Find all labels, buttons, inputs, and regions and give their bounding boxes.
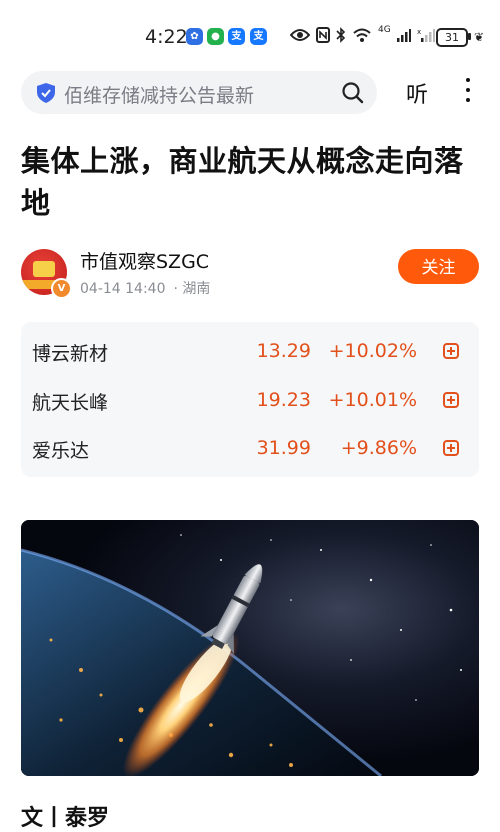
search-bar[interactable]: 佰维存储减持公告最新: [21, 71, 377, 114]
app-notification-icon: ✿: [186, 28, 203, 45]
wechat-icon: ●: [207, 28, 224, 45]
post-meta: 04-14 14:40 · 湖南: [80, 278, 210, 298]
stock-name[interactable]: 航天长峰: [32, 388, 108, 415]
post-location: · 湖南: [173, 281, 211, 297]
system-icons: 4G x: [290, 25, 435, 43]
listen-button[interactable]: 听: [406, 77, 428, 109]
signal-weak-icon: x: [417, 28, 435, 42]
network-type: 4G: [378, 25, 391, 35]
status-bar: 4:22 ✿ ● 支 支 4G x 31 ❦: [0, 0, 500, 70]
stock-price: 19.23: [256, 389, 311, 411]
search-placeholder[interactable]: 佰维存储减持公告最新: [64, 81, 254, 108]
alipay-icon: 支: [228, 28, 245, 45]
verified-badge: V: [51, 278, 72, 299]
status-time: 4:22: [145, 26, 188, 48]
stock-row[interactable]: 航天长峰 19.23 +10.01%: [21, 375, 479, 423]
add-watchlist-icon[interactable]: [443, 440, 459, 456]
stock-change: +10.02%: [328, 340, 417, 362]
signal-icon: [396, 29, 411, 42]
author-name[interactable]: 市值观察SZGC: [80, 247, 209, 274]
svg-text:x: x: [417, 28, 421, 36]
search-icon[interactable]: [341, 81, 365, 105]
add-watchlist-icon[interactable]: [443, 343, 459, 359]
more-menu-icon[interactable]: [463, 78, 473, 106]
article-image[interactable]: [21, 520, 479, 776]
stock-name[interactable]: 博云新材: [32, 339, 108, 366]
power-saving-icon: ❦: [474, 30, 485, 44]
stock-change: +9.86%: [340, 437, 417, 459]
alipay-icon: 支: [250, 28, 267, 45]
stock-change: +10.01%: [328, 389, 417, 411]
stock-name[interactable]: 爱乐达: [32, 436, 89, 463]
battery-icon: 31: [436, 28, 468, 47]
bluetooth-icon: [336, 27, 346, 43]
article-byline: 文丨泰罗: [21, 806, 110, 831]
add-watchlist-icon[interactable]: [443, 392, 459, 408]
follow-button[interactable]: 关注: [398, 249, 479, 284]
stock-price: 13.29: [256, 340, 311, 362]
wifi-icon: [353, 28, 371, 42]
battery-tip: [468, 33, 471, 40]
stock-row[interactable]: 博云新材 13.29 +10.02%: [21, 326, 479, 374]
stock-card: 博云新材 13.29 +10.02% 航天长峰 19.23 +10.01% 爱乐…: [21, 322, 479, 477]
post-datetime: 04-14 14:40: [80, 281, 166, 297]
nfc-icon: [316, 27, 330, 43]
rocket-earth-illustration: [21, 520, 479, 776]
stock-price: 31.99: [256, 437, 311, 459]
article-title: 集体上涨，商业航天从概念走向落地: [21, 144, 464, 220]
stock-row[interactable]: 爱乐达 31.99 +9.86%: [21, 423, 479, 471]
shield-icon: [37, 83, 55, 103]
eye-icon: [290, 29, 310, 41]
